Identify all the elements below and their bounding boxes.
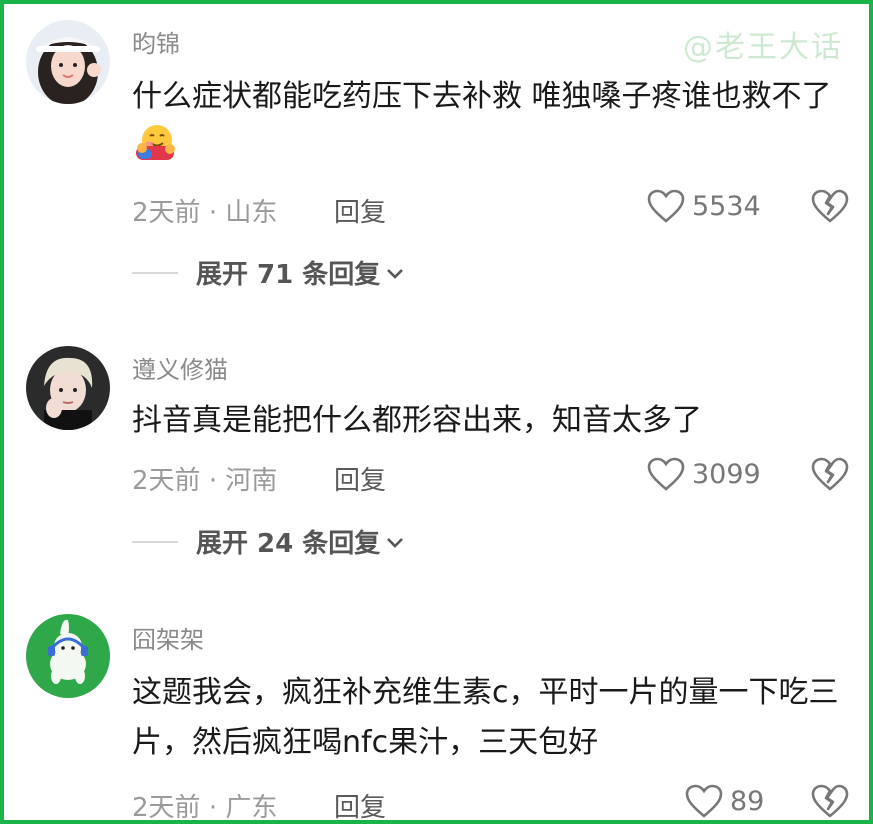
expand-replies-button[interactable]: 展开 24 条回复 — [132, 523, 406, 560]
broken-heart-icon — [811, 189, 849, 223]
comment-location: 山东 — [225, 198, 278, 228]
reply-button[interactable]: 回复 — [334, 460, 386, 497]
heart-icon — [647, 457, 685, 491]
comment-time: 2天前 — [132, 466, 201, 496]
expand-replies-label: 展开 71 条回复 — [196, 260, 381, 290]
avatar[interactable] — [26, 346, 110, 430]
expand-replies-button[interactable]: 展开 71 条回复 — [132, 254, 406, 291]
divider-line — [132, 540, 178, 543]
comment-time: 2天前 — [132, 793, 201, 823]
chevron-down-icon — [387, 268, 404, 279]
dislike-button[interactable] — [811, 783, 849, 820]
comment-location: 广东 — [225, 793, 278, 823]
comment-text-content: 这题我会，疯狂补充维生素c，平时一片的量一下吃三片，然后疯狂喝nfc果汁，三天包… — [132, 675, 839, 760]
username[interactable]: 遵义修猫 — [132, 350, 228, 385]
expand-replies-label: 展开 24 条回复 — [196, 529, 381, 559]
broken-heart-icon — [811, 784, 849, 818]
comment-text: 抖音真是能把什么都形容出来，知音太多了 — [132, 396, 862, 446]
watermark: @老王大话 — [683, 30, 843, 65]
dislike-button[interactable] — [811, 456, 849, 496]
comment-time: 2天前 — [132, 198, 201, 228]
like-count: 3099 — [692, 458, 761, 490]
like-count: 5534 — [692, 190, 761, 222]
avatar[interactable] — [26, 20, 110, 104]
reply-button[interactable]: 回复 — [334, 787, 386, 820]
comment-meta: 2天前 · 山东 — [132, 192, 277, 229]
username[interactable]: 囧架架 — [132, 620, 204, 655]
chevron-down-icon — [387, 537, 404, 548]
broken-heart-icon — [811, 457, 849, 491]
comment-text-content: 什么症状都能吃药压下去补救 唯独嗓子疼谁也救不了 — [132, 79, 832, 114]
heart-icon — [685, 784, 723, 818]
comment-text: 什么症状都能吃药压下去补救 唯独嗓子疼谁也救不了 — [132, 72, 862, 178]
comment-location: 河南 — [225, 466, 278, 496]
like-button[interactable]: 89 — [684, 783, 764, 819]
like-button[interactable]: 3099 — [646, 456, 761, 492]
screenshot-frame: @老王大话 昀锦 什么症状都能吃药压下去补救 唯独嗓子疼谁也救不了 2天前 · … — [0, 0, 873, 824]
comment-meta: 2天前 · 广东 — [132, 787, 278, 823]
like-button[interactable]: 5534 — [646, 188, 761, 224]
heart-icon — [647, 189, 685, 223]
username[interactable]: 昀锦 — [132, 24, 180, 59]
divider-line — [132, 271, 178, 274]
avatar[interactable] — [26, 614, 110, 698]
comment-text: 这题我会，疯狂补充维生素c，平时一片的量一下吃三片，然后疯狂喝nfc果汁，三天包… — [132, 668, 862, 768]
meta-separator: · — [208, 466, 226, 496]
like-count: 89 — [730, 785, 765, 817]
meta-separator: · — [208, 793, 226, 823]
comment-meta: 2天前 · 河南 — [132, 460, 277, 497]
meta-separator: · — [208, 198, 226, 228]
hugging-face-emoji-icon — [132, 122, 178, 178]
dislike-button[interactable] — [811, 188, 849, 228]
reply-button[interactable]: 回复 — [334, 192, 386, 229]
comment-text-content: 抖音真是能把什么都形容出来，知音太多了 — [132, 403, 702, 438]
